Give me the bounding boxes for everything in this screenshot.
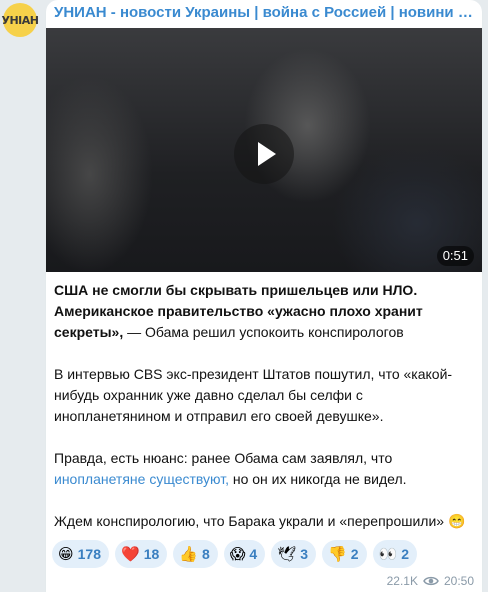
reaction-count: 8 — [201, 546, 210, 562]
dove-emoji-icon: 🕊 — [277, 545, 297, 563]
reaction-scream[interactable]: 😱 4 — [223, 540, 266, 568]
video-duration: 0:51 — [436, 246, 474, 266]
reaction-grin[interactable]: 😁 178 — [52, 540, 109, 568]
aliens-link[interactable]: инопланетяне существуют, — [54, 471, 229, 487]
channel-avatar-text: УНІАН — [1, 13, 40, 27]
nuance-end: но он их никогда не видел. — [228, 471, 407, 487]
channel-title[interactable]: УНИАН - новости Украины | война с Россие… — [54, 4, 474, 24]
channel-avatar[interactable]: УНІАН — [1, 3, 40, 37]
thumbs-down-emoji-icon: 👎 — [328, 545, 347, 563]
reaction-count: 2 — [350, 546, 359, 562]
reaction-count: 3 — [300, 546, 309, 562]
paragraph-interview: В интервью CBS экс-президент Штатов пошу… — [54, 366, 453, 424]
message-text: США не смогли бы скрывать пришельцев или… — [54, 280, 478, 553]
thumbs-up-emoji-icon: 👍 — [179, 545, 198, 563]
paragraph-closing: Ждем конспирологию, что Барака украли и … — [54, 513, 466, 529]
eye-icon — [423, 576, 439, 586]
heart-emoji-icon: ❤️ — [121, 545, 140, 563]
reaction-count: 4 — [249, 546, 258, 562]
paragraph-nuance: Правда, есть нюанс: ранее Обама сам заяв… — [54, 448, 478, 490]
video-preview[interactable]: 0:51 — [46, 28, 482, 272]
paragraph-headline: США не смогли бы скрывать пришельцев или… — [54, 280, 478, 343]
reactions-bar: 😁 178 ❤️ 18 👍 8 😱 4 🕊 3 👎 2 👀 2 — [52, 540, 417, 570]
reaction-eyes[interactable]: 👀 2 — [372, 540, 417, 568]
reaction-thumbs-up[interactable]: 👍 8 — [173, 540, 218, 568]
message-bubble: УНИАН - новости Украины | война с Россие… — [46, 0, 482, 592]
reaction-count: 2 — [401, 546, 409, 562]
play-icon — [258, 142, 276, 166]
reaction-dove[interactable]: 🕊 3 — [271, 540, 317, 568]
reaction-count: 178 — [77, 546, 101, 562]
play-button[interactable] — [234, 124, 294, 184]
nuance-start: Правда, есть нюанс: ранее Обама сам заяв… — [54, 450, 393, 466]
message-time: 20:50 — [443, 574, 474, 588]
message-meta: 22.1K 20:50 — [387, 574, 474, 588]
scream-emoji-icon: 😱 — [229, 545, 246, 563]
eyes-emoji-icon: 👀 — [378, 545, 398, 563]
headline-rest: — Обама решил успокоить конспирологов — [123, 324, 404, 340]
reaction-thumbs-down[interactable]: 👎 2 — [322, 540, 367, 568]
reaction-heart[interactable]: ❤️ 18 — [115, 540, 168, 568]
grin-emoji-icon: 😁 — [58, 545, 74, 563]
view-count: 22.1K — [386, 574, 418, 588]
reaction-count: 18 — [143, 546, 160, 562]
